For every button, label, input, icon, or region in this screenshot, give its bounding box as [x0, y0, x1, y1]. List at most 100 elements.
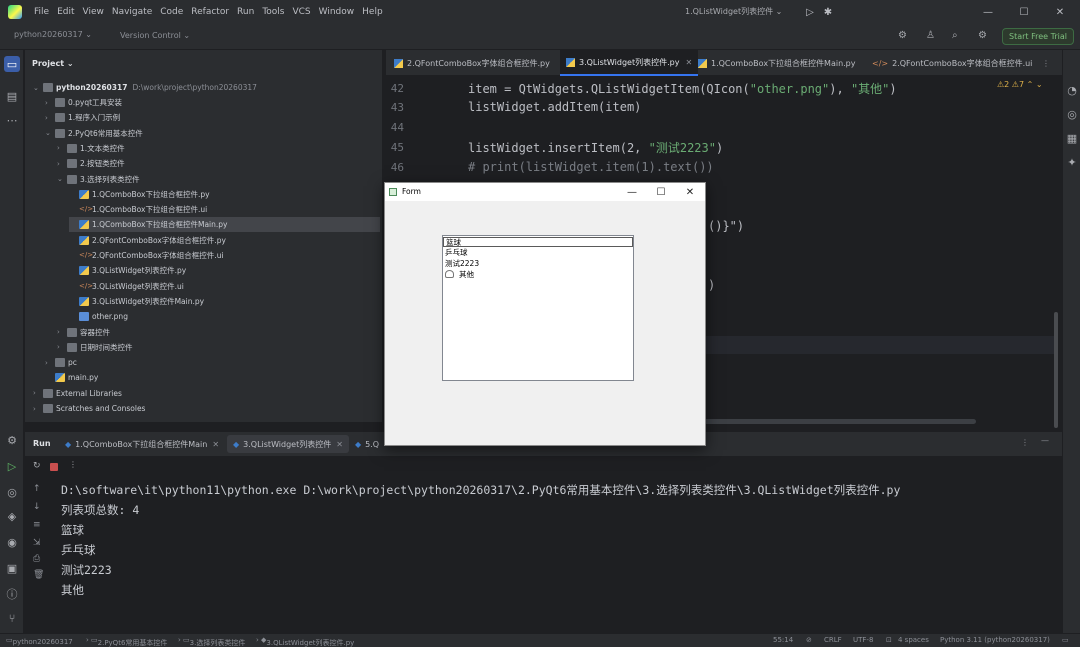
- status-icon[interactable]: ⊘: [806, 636, 812, 644]
- file-encoding[interactable]: UTF-8: [853, 636, 873, 644]
- menu-code[interactable]: Code: [156, 7, 187, 17]
- menu-file[interactable]: File: [30, 7, 53, 17]
- chevron-right-icon[interactable]: ›: [57, 144, 67, 152]
- list-item[interactable]: 其他: [445, 269, 474, 279]
- notifications-icon[interactable]: ◔: [1064, 82, 1080, 98]
- layers-icon[interactable]: ◈: [4, 508, 20, 524]
- more-tabs-icon[interactable]: ⋮: [1036, 50, 1056, 76]
- menu-vcs[interactable]: VCS: [288, 7, 314, 17]
- git-icon[interactable]: ⑂: [4, 610, 20, 626]
- tree-item[interactable]: 1.QComboBox下拉组合框控件.py: [69, 187, 210, 202]
- tree-item[interactable]: › 1.程序入门示例: [45, 110, 120, 125]
- more-icon[interactable]: ⋮: [69, 460, 77, 469]
- project-tool-icon[interactable]: ▭: [4, 56, 20, 72]
- settings-icon[interactable]: ⚙: [978, 30, 987, 41]
- more-icon[interactable]: ⋮: [1021, 438, 1029, 447]
- scroll-up-icon[interactable]: ↑: [33, 484, 41, 494]
- ai-assistant-icon[interactable]: ✦: [1064, 154, 1080, 170]
- menu-navigate[interactable]: Navigate: [108, 7, 156, 17]
- qlistwidget[interactable]: 篮球 乒乓球 测试2223 其他: [442, 235, 634, 381]
- minimize-icon[interactable]: —: [970, 0, 1006, 24]
- cursor-position[interactable]: 55:14: [773, 636, 793, 644]
- vcs-selector[interactable]: Version Control ⌄: [120, 31, 190, 40]
- chevron-right-icon[interactable]: ›: [33, 405, 43, 413]
- indent-setting[interactable]: 4 spaces: [898, 636, 929, 644]
- user-icon[interactable]: ♙: [926, 30, 935, 41]
- tree-item[interactable]: other.png: [69, 309, 128, 324]
- close-tab-icon[interactable]: ✕: [212, 440, 219, 449]
- breadcrumb-root[interactable]: ▭ python20260317: [6, 636, 73, 646]
- chevron-down-icon[interactable]: ⌄: [33, 84, 43, 92]
- tab-fontcombobox-ui[interactable]: </> 2.QFontComboBox字体组合框控件.ui: [866, 50, 1038, 76]
- tree-item[interactable]: ⌄ 2.PyQt6常用基本控件: [45, 126, 143, 141]
- menu-window[interactable]: Window: [315, 7, 359, 17]
- menu-tools[interactable]: Tools: [258, 7, 288, 17]
- list-item[interactable]: 篮球: [443, 237, 633, 247]
- scroll-to-end-icon[interactable]: ⇲: [33, 538, 41, 548]
- stop-icon[interactable]: [50, 463, 58, 471]
- list-item[interactable]: 测试2223: [445, 258, 479, 268]
- rerun-icon[interactable]: ↻: [33, 461, 41, 471]
- tab-fontcombobox-py[interactable]: 2.QFontComboBox字体组合框控件.py: [388, 50, 556, 76]
- close-icon[interactable]: ✕: [675, 183, 705, 201]
- tree-item[interactable]: › Scratches and Consoles: [33, 401, 145, 416]
- maximize-icon[interactable]: ☐: [646, 183, 676, 201]
- soft-wrap-icon[interactable]: ≡: [33, 520, 41, 530]
- hide-panel-icon[interactable]: —: [1041, 436, 1049, 445]
- tab-qlistwidget-py[interactable]: 3.QListWidget列表控件.py ✕: [560, 50, 699, 76]
- lock-icon[interactable]: ⊡: [886, 636, 892, 644]
- tree-item[interactable]: › External Libraries: [33, 386, 122, 401]
- menu-view[interactable]: View: [79, 7, 108, 17]
- run-tab-qlistwidget[interactable]: ◆ 3.QListWidget列表控件 ✕: [227, 435, 349, 453]
- editor-vscrollbar[interactable]: [1054, 312, 1058, 428]
- tree-item[interactable]: </> 1.QComboBox下拉组合框控件.ui: [69, 202, 207, 217]
- breadcrumb-item[interactable]: › ◆ 3.QListWidget列表控件.py: [256, 636, 354, 647]
- run-tab-5[interactable]: ◆ 5.Q: [355, 432, 379, 456]
- python-console-icon[interactable]: ◉: [4, 534, 20, 550]
- maximize-icon[interactable]: ☐: [1006, 0, 1042, 24]
- clear-icon[interactable]: 🗑: [33, 570, 44, 580]
- services-icon[interactable]: ⚙: [4, 432, 20, 448]
- chevron-right-icon[interactable]: ›: [45, 114, 55, 122]
- tree-item[interactable]: 3.QListWidget列表控件Main.py: [69, 294, 204, 309]
- tree-item[interactable]: </> 3.QListWidget列表控件.ui: [69, 279, 184, 294]
- tree-item[interactable]: › 日期时间类控件: [57, 340, 133, 355]
- menu-help[interactable]: Help: [358, 7, 387, 17]
- sync-icon[interactable]: ⚙: [898, 30, 907, 41]
- chevron-right-icon[interactable]: ›: [45, 359, 55, 367]
- tree-item[interactable]: 1.QComboBox下拉组合框控件Main.py: [69, 217, 380, 233]
- tree-item[interactable]: main.py: [45, 370, 98, 385]
- tree-item[interactable]: › 2.按钮类控件: [57, 156, 125, 171]
- chevron-down-icon[interactable]: ⌄: [57, 175, 67, 183]
- breadcrumb-item[interactable]: › ▭ 3.选择列表类控件: [178, 636, 245, 647]
- project-header[interactable]: Project ⌄: [32, 59, 74, 68]
- python-packages-icon[interactable]: ◎: [4, 484, 20, 500]
- project-selector[interactable]: python20260317 ⌄: [14, 30, 92, 39]
- minimize-icon[interactable]: —: [617, 183, 647, 201]
- menu-refactor[interactable]: Refactor: [187, 7, 233, 17]
- memory-icon[interactable]: ▭: [1062, 636, 1069, 644]
- tree-item[interactable]: </> 2.QFontComboBox字体组合框控件.ui: [69, 248, 224, 263]
- run-tool-icon[interactable]: ▷: [4, 458, 20, 474]
- tree-item[interactable]: 2.QFontComboBox字体组合框控件.py: [69, 233, 226, 248]
- tree-item[interactable]: › 1.文本类控件: [57, 141, 125, 156]
- chevron-right-icon[interactable]: ›: [57, 160, 67, 168]
- tree-item[interactable]: 3.QListWidget列表控件.py: [69, 263, 186, 278]
- python-interpreter[interactable]: Python 3.11 (python20260317): [940, 636, 1050, 644]
- chevron-right-icon[interactable]: ›: [33, 389, 43, 397]
- menu-run[interactable]: Run: [233, 7, 258, 17]
- run-config-selector[interactable]: 1.QListWidget列表控件 ⌄: [685, 6, 782, 17]
- line-separator[interactable]: CRLF: [824, 636, 842, 644]
- run-tab-combobox-main[interactable]: ◆ 1.QComboBox下拉组合框控件Main ✕: [65, 432, 219, 456]
- debug-icon[interactable]: ✱: [810, 0, 846, 24]
- close-icon[interactable]: ✕: [1042, 0, 1078, 24]
- chevron-right-icon[interactable]: ›: [45, 99, 55, 107]
- structure-tool-icon[interactable]: ▤: [4, 88, 20, 104]
- tab-combobox-main-py[interactable]: 1.QComboBox下拉组合框控件Main.py: [692, 50, 862, 76]
- start-free-trial-button[interactable]: Start Free Trial: [1002, 28, 1074, 45]
- more-tools-icon[interactable]: ⋯: [4, 112, 20, 128]
- list-item[interactable]: 乒乓球: [445, 247, 468, 257]
- tree-item[interactable]: › pc: [45, 355, 77, 370]
- terminal-icon[interactable]: ▣: [4, 560, 20, 576]
- tree-item[interactable]: › 0.pyqt工具安装: [45, 95, 122, 110]
